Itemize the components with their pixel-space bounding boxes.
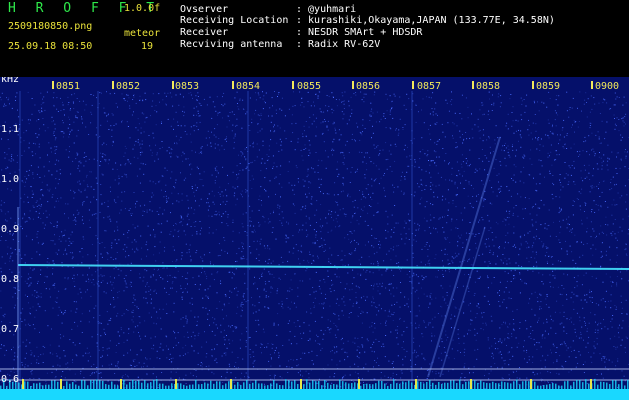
file-name: 2509180850.png (8, 21, 93, 32)
timestamp: 25.09.18 08:50 (8, 41, 93, 52)
hrofft-window: H R O F F T 1.0.0f 2509180850.png 25.09.… (0, 0, 629, 400)
info-value-observer: : @yuhmari (296, 4, 357, 15)
time-tick (532, 81, 534, 89)
freq-label: 0.7 (1, 324, 20, 335)
time-label: 0857 (417, 81, 442, 92)
spectrogram-canvas (0, 77, 629, 400)
time-tick (172, 81, 174, 89)
time-tick (472, 81, 474, 89)
time-tick (292, 81, 294, 89)
time-tick (112, 81, 114, 89)
time-tick (52, 81, 54, 89)
info-key-observer: Ovserver (180, 4, 229, 15)
time-label: 0853 (175, 81, 200, 92)
info-key-receiver: Receiver (180, 27, 229, 38)
meteor-label: meteor (124, 28, 161, 39)
time-label: 0854 (236, 81, 261, 92)
freq-label: 0.8 (1, 274, 20, 285)
time-tick (412, 81, 414, 89)
time-tick (591, 81, 593, 89)
time-tick (232, 81, 234, 89)
info-key-antenna: Recviving antenna (180, 39, 283, 50)
spectrogram-background (0, 77, 629, 400)
info-value-antenna: : Radix RV-62V (296, 39, 381, 50)
freq-label: 0.9 (1, 224, 20, 235)
app-version: 1.0.0f (124, 3, 161, 14)
khz-unit-label: kHz (1, 77, 20, 85)
meteor-count: 19 (141, 41, 154, 52)
freq-label: 1.1 (1, 124, 20, 135)
time-label: 0859 (536, 81, 561, 92)
time-tick (352, 81, 354, 89)
freq-label: 1.0 (1, 174, 20, 185)
info-key-location: Receiving Location (180, 15, 289, 26)
floor-band (0, 389, 629, 400)
info-value-location: : kurashiki,Okayama,JAPAN (133.77E, 34.5… (296, 15, 555, 26)
info-value-receiver: : NESDR SMArt + HDSDR (296, 27, 423, 38)
time-label: 0900 (595, 81, 620, 92)
freq-label: 0.6 (1, 374, 20, 385)
spectrogram: kHz 0851 0852 0853 0854 0855 0856 0857 0… (0, 77, 629, 400)
time-label: 0851 (56, 81, 81, 92)
time-label: 0858 (476, 81, 501, 92)
time-label: 0855 (297, 81, 322, 92)
time-label: 0856 (356, 81, 381, 92)
time-label: 0852 (116, 81, 141, 92)
